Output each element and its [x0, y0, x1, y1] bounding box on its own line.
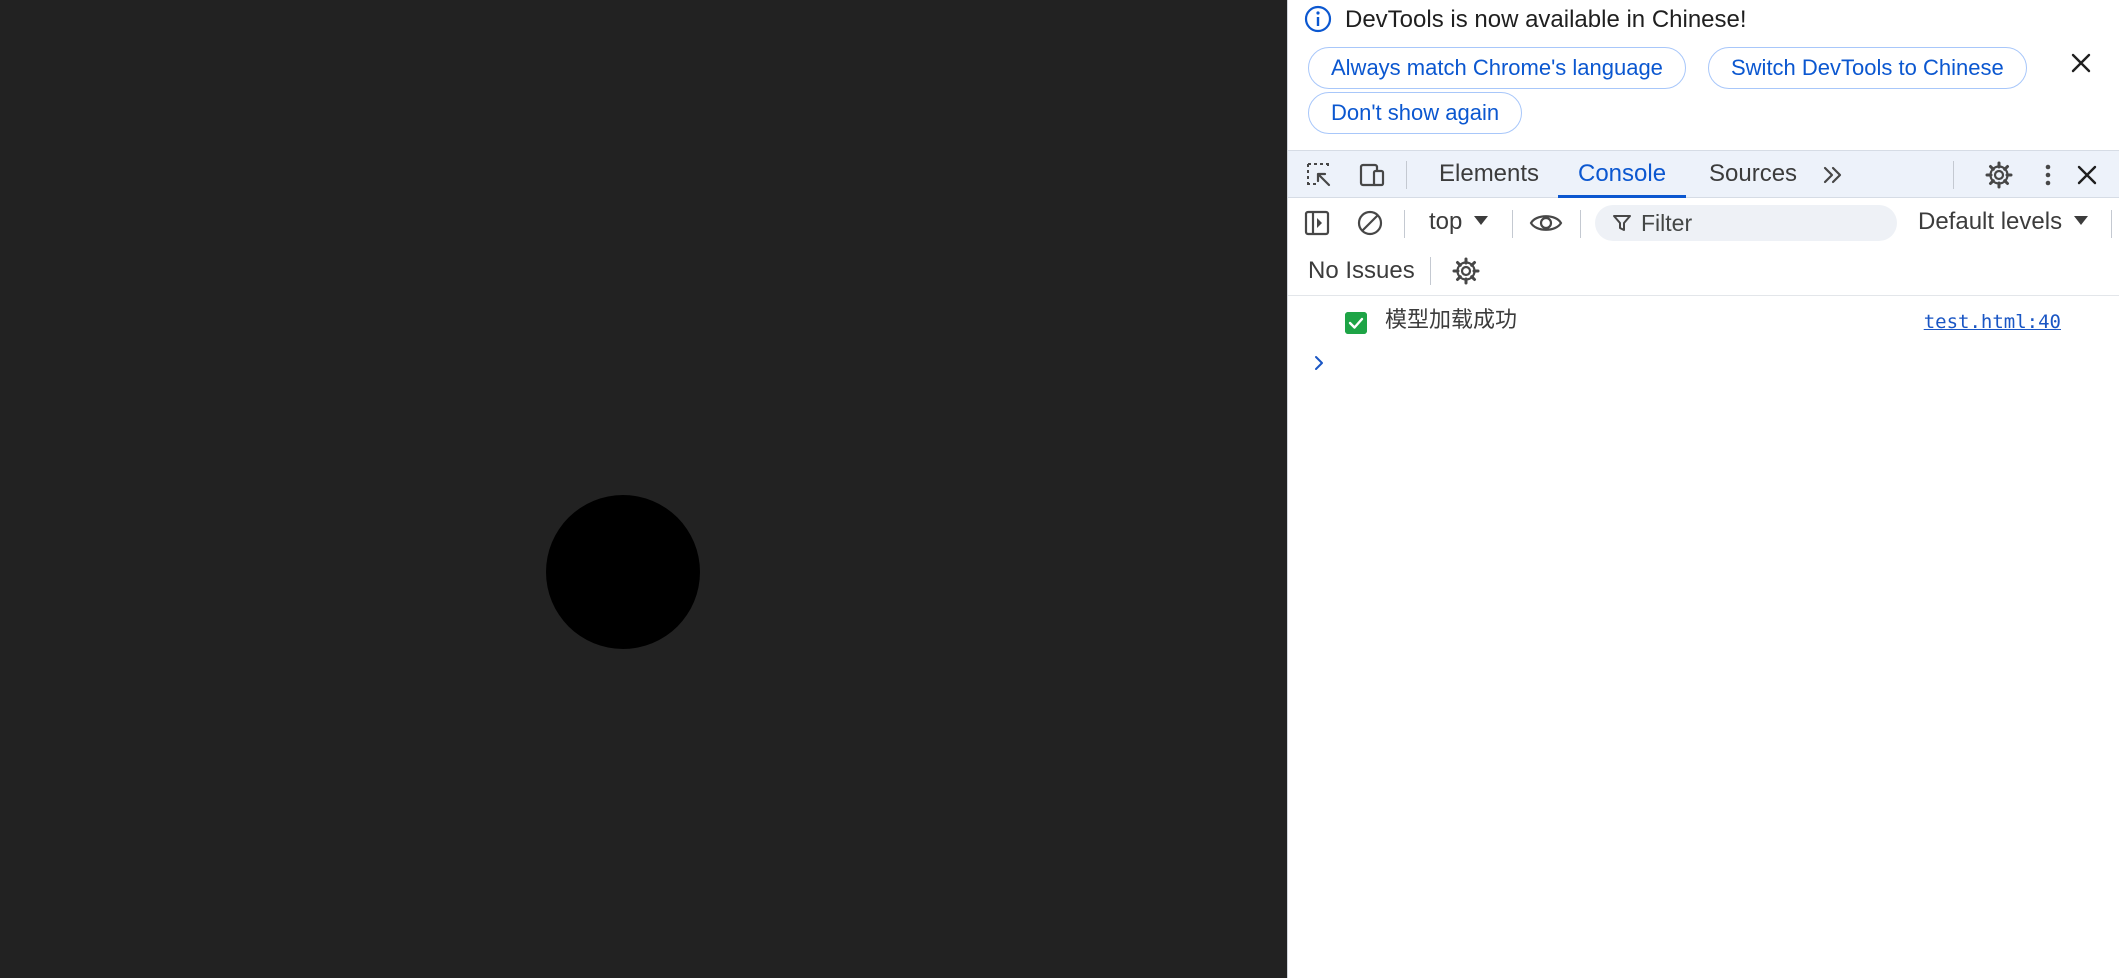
language-infobar: DevTools is now available in Chinese! Al…	[1288, 0, 2119, 144]
toolbar-divider	[1430, 257, 1431, 285]
chevron-down-icon	[1474, 216, 1489, 226]
dont-show-again-button[interactable]: Don't show again	[1308, 92, 1523, 134]
infobar-message: DevTools is now available in Chinese!	[1345, 6, 1747, 33]
switch-to-chinese-button[interactable]: Switch DevTools to Chinese	[1708, 47, 2027, 89]
gear-icon[interactable]	[1451, 256, 1481, 286]
eye-icon[interactable]	[1528, 208, 1564, 238]
page-viewport	[0, 0, 1287, 978]
console-message-text: 模型加载成功	[1385, 308, 1518, 333]
issues-count[interactable]: No Issues	[1308, 256, 1415, 286]
issues-bar: No Issues	[1288, 248, 2119, 296]
toolbar-divider	[1406, 161, 1407, 189]
device-toolbar-icon[interactable]	[1357, 160, 1387, 190]
filter-input[interactable]	[1641, 205, 1881, 241]
tab-elements[interactable]: Elements	[1439, 151, 1539, 198]
devtools-panel: DevTools is now available in Chinese! Al…	[1287, 0, 2119, 978]
console-message: 模型加载成功 test.html:40	[1288, 303, 2119, 341]
info-icon	[1304, 5, 1332, 33]
context-selector[interactable]: top	[1429, 206, 1489, 238]
devtools-main-toolbar: Elements Console Sources	[1288, 150, 2119, 198]
filter-icon	[1613, 215, 1631, 231]
tab-console[interactable]: Console	[1558, 151, 1687, 198]
toolbar-divider	[1512, 210, 1513, 238]
log-levels-value: Default levels	[1918, 208, 2063, 235]
log-levels-selector[interactable]: Default levels	[1918, 206, 2089, 238]
sidebar-toggle-icon[interactable]	[1302, 208, 1332, 238]
black-sphere	[546, 495, 700, 649]
toolbar-divider	[2111, 210, 2112, 238]
inspect-element-icon[interactable]	[1304, 160, 1334, 190]
console-toolbar: top Default levels	[1288, 198, 2119, 248]
clear-console-icon[interactable]	[1355, 208, 1385, 238]
settings-icon[interactable]	[1984, 160, 2014, 190]
chevron-right-icon[interactable]	[1310, 354, 1328, 372]
close-icon[interactable]	[2066, 48, 2096, 78]
kebab-menu-icon[interactable]	[2033, 160, 2063, 190]
toolbar-divider	[1404, 210, 1405, 238]
chevron-down-icon	[2074, 216, 2089, 226]
more-tabs-icon[interactable]	[1818, 160, 1848, 190]
filter-box[interactable]	[1595, 205, 1897, 241]
toolbar-divider	[1953, 161, 1954, 189]
console-message-source-link[interactable]: test.html:40	[1924, 309, 2061, 335]
check-icon	[1345, 312, 1367, 334]
always-match-language-button[interactable]: Always match Chrome's language	[1308, 47, 1686, 89]
tab-sources[interactable]: Sources	[1709, 151, 1797, 198]
context-value: top	[1429, 208, 1463, 235]
close-devtools-icon[interactable]	[2072, 160, 2102, 190]
toolbar-divider	[1580, 210, 1581, 238]
